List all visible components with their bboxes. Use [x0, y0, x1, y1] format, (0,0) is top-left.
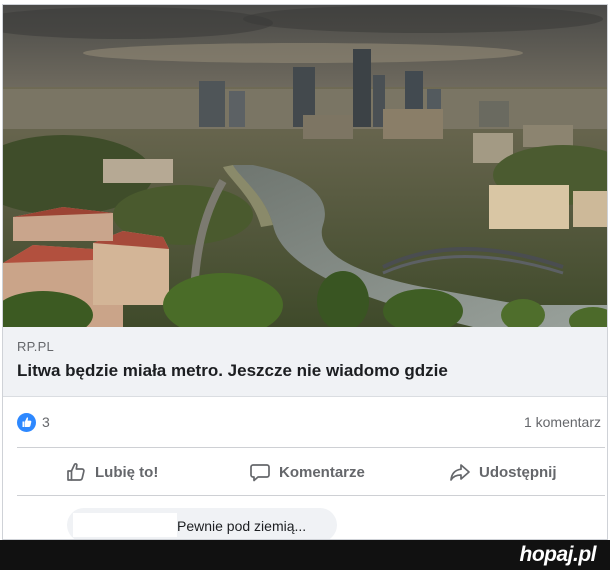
share-arrow-icon: [449, 461, 471, 483]
like-label: Lubię to!: [95, 463, 159, 481]
comment-label: Komentarze: [279, 463, 365, 481]
post-actions: Lubię to! Komentarze Udostępnij: [3, 449, 607, 495]
thumbs-up-icon: [65, 461, 87, 483]
like-count[interactable]: 3: [42, 414, 50, 430]
article-thumbnail-image[interactable]: [3, 5, 608, 327]
comment-button[interactable]: Komentarze: [249, 455, 365, 489]
comment-preview[interactable]: Pewnie pod ziemią...: [67, 508, 337, 539]
like-button[interactable]: Lubię to!: [65, 455, 158, 489]
watermark-logo: hopaj.pl: [519, 543, 597, 566]
divider: [17, 495, 605, 496]
watermark-bar: hopaj.pl: [0, 540, 610, 570]
share-button[interactable]: Udostępnij: [449, 455, 557, 489]
reactions-summary: 3 1 komentarz: [3, 397, 607, 447]
like-reaction-icon[interactable]: [17, 413, 36, 432]
share-label: Udostępnij: [479, 463, 557, 481]
link-preview[interactable]: RP.PL Litwa będzie miała metro. Jeszcze …: [3, 327, 607, 397]
link-title[interactable]: Litwa będzie miała metro. Jeszcze nie wi…: [17, 361, 597, 381]
facebook-post: RP.PL Litwa będzie miała metro. Jeszcze …: [2, 4, 608, 540]
divider: [17, 447, 605, 448]
link-domain: RP.PL: [17, 339, 54, 354]
comment-text: Pewnie pod ziemią...: [177, 518, 307, 534]
comment-count[interactable]: 1 komentarz: [524, 414, 601, 430]
redacted-comment-author: [73, 513, 177, 537]
speech-bubble-icon: [249, 461, 271, 483]
